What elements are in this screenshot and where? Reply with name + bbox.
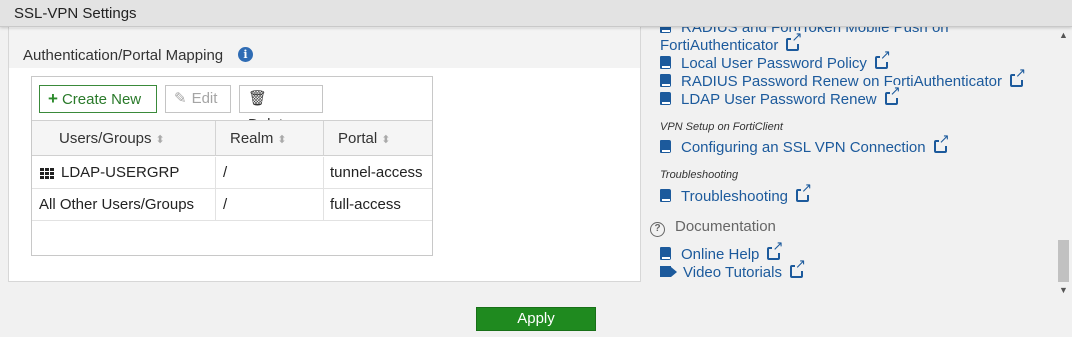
vpn-setup-heading: VPN Setup on FortiClient [660, 121, 783, 133]
column-divider [215, 121, 216, 156]
column-divider [323, 157, 324, 189]
cell-users-groups: LDAP-USERGRP [61, 164, 180, 181]
link-label: RADIUS Password Renew on FortiAuthentica… [681, 73, 1002, 90]
scroll-thumb[interactable] [1058, 240, 1069, 282]
link-ldap-user-password-renew[interactable]: LDAP User Password Renew [660, 85, 901, 108]
pencil-icon: ✎ [174, 90, 187, 107]
sort-icon: ⬍ [155, 134, 165, 146]
edit-label: Edit [191, 90, 218, 107]
cell-users-groups: All Other Users/Groups [39, 196, 195, 213]
help-pane: RADIUS and FortiToken Mobile Push on For… [648, 0, 1053, 300]
external-link-icon [884, 85, 901, 105]
link-radius-fortitoken-line2: FortiAuthenticator [660, 37, 779, 54]
help-scrollbar[interactable]: ▲ ▼ [1057, 27, 1070, 299]
link-radius-password-renew[interactable]: RADIUS Password Renew on FortiAuthentica… [660, 67, 1026, 90]
external-link-icon [933, 133, 950, 153]
mapping-table: +Create New ✎Edit 🗑Delete Users/Groups⬍ … [31, 76, 433, 256]
link-label: Video Tutorials [683, 264, 782, 281]
trash-icon: 🗑 [248, 90, 268, 107]
external-link-icon [874, 49, 891, 69]
window-title: SSL-VPN Settings [14, 5, 137, 22]
troubleshooting-heading: Troubleshooting [660, 169, 739, 181]
link-troubleshooting[interactable]: Troubleshooting [660, 182, 813, 205]
window-titlebar: SSL-VPN Settings [0, 0, 1072, 27]
documentation-heading: ? Documentation [650, 218, 776, 237]
column-portal[interactable]: Portal ⬍ [338, 121, 390, 156]
panel-header: Authentication/Portal Mapping i [9, 28, 640, 68]
create-new-button[interactable]: + Create New [39, 85, 157, 113]
cell-portal: full-access [330, 196, 401, 213]
column-divider [323, 189, 324, 221]
documentation-heading-label: Documentation [675, 218, 776, 235]
question-icon: ? [650, 222, 665, 237]
table-row[interactable]: All Other Users/Groups / full-access [32, 189, 432, 221]
cell-realm: / [223, 164, 228, 181]
external-link-icon [789, 258, 806, 278]
table-header: Users/Groups ⬍ Realm ⬍ Portal ⬍ [32, 120, 432, 156]
book-icon [660, 92, 671, 105]
scroll-up-icon[interactable]: ▲ [1057, 30, 1070, 40]
cell-realm: / [223, 196, 228, 213]
cell-portal: tunnel-access [330, 164, 423, 181]
external-link-icon [1009, 67, 1026, 87]
column-realm[interactable]: Realm ⬍ [230, 121, 287, 156]
apply-button[interactable]: Apply [476, 307, 596, 331]
column-users-groups[interactable]: Users/Groups ⬍ [59, 121, 165, 156]
column-divider [215, 189, 216, 221]
link-label: Online Help [681, 246, 760, 263]
create-new-label: Create New [61, 91, 142, 108]
book-icon [660, 247, 671, 260]
plus-icon: + [48, 89, 58, 108]
delete-button[interactable]: 🗑Delete [239, 85, 323, 133]
auth-portal-panel: Authentication/Portal Mapping i + Create … [8, 0, 641, 282]
book-icon [660, 140, 671, 153]
link-label: LDAP User Password Renew [681, 91, 877, 108]
link-radius-fortitoken-cont[interactable]: FortiAuthenticator [660, 31, 803, 54]
sort-icon: ⬍ [277, 134, 287, 146]
edit-button[interactable]: ✎ Edit [165, 85, 231, 113]
book-icon [660, 56, 671, 69]
link-label: Configuring an SSL VPN Connection [681, 139, 926, 156]
scroll-down-icon[interactable]: ▼ [1057, 285, 1070, 295]
table-row[interactable]: LDAP-USERGRP / tunnel-access [32, 157, 432, 189]
column-divider [215, 157, 216, 189]
external-link-icon [796, 182, 813, 202]
group-icon [40, 168, 54, 179]
book-icon [660, 74, 671, 87]
video-icon [660, 266, 677, 277]
link-label: Local User Password Policy [681, 55, 867, 72]
column-portal-label: Portal [338, 130, 378, 147]
link-online-help[interactable]: Online Help [660, 240, 784, 263]
info-icon[interactable]: i [238, 47, 253, 62]
link-configuring-ssl-vpn[interactable]: Configuring an SSL VPN Connection [660, 133, 950, 156]
external-link-icon [786, 31, 803, 51]
column-users-groups-label: Users/Groups [59, 130, 152, 147]
column-realm-label: Realm [230, 130, 274, 147]
column-divider [323, 121, 324, 156]
external-link-icon [767, 240, 784, 260]
link-video-tutorials[interactable]: Video Tutorials [660, 258, 806, 281]
link-local-user-password-policy[interactable]: Local User Password Policy [660, 49, 891, 72]
book-icon [660, 189, 671, 202]
panel-title: Authentication/Portal Mapping [23, 47, 224, 64]
sort-icon: ⬍ [381, 134, 391, 146]
link-label: Troubleshooting [681, 188, 789, 205]
